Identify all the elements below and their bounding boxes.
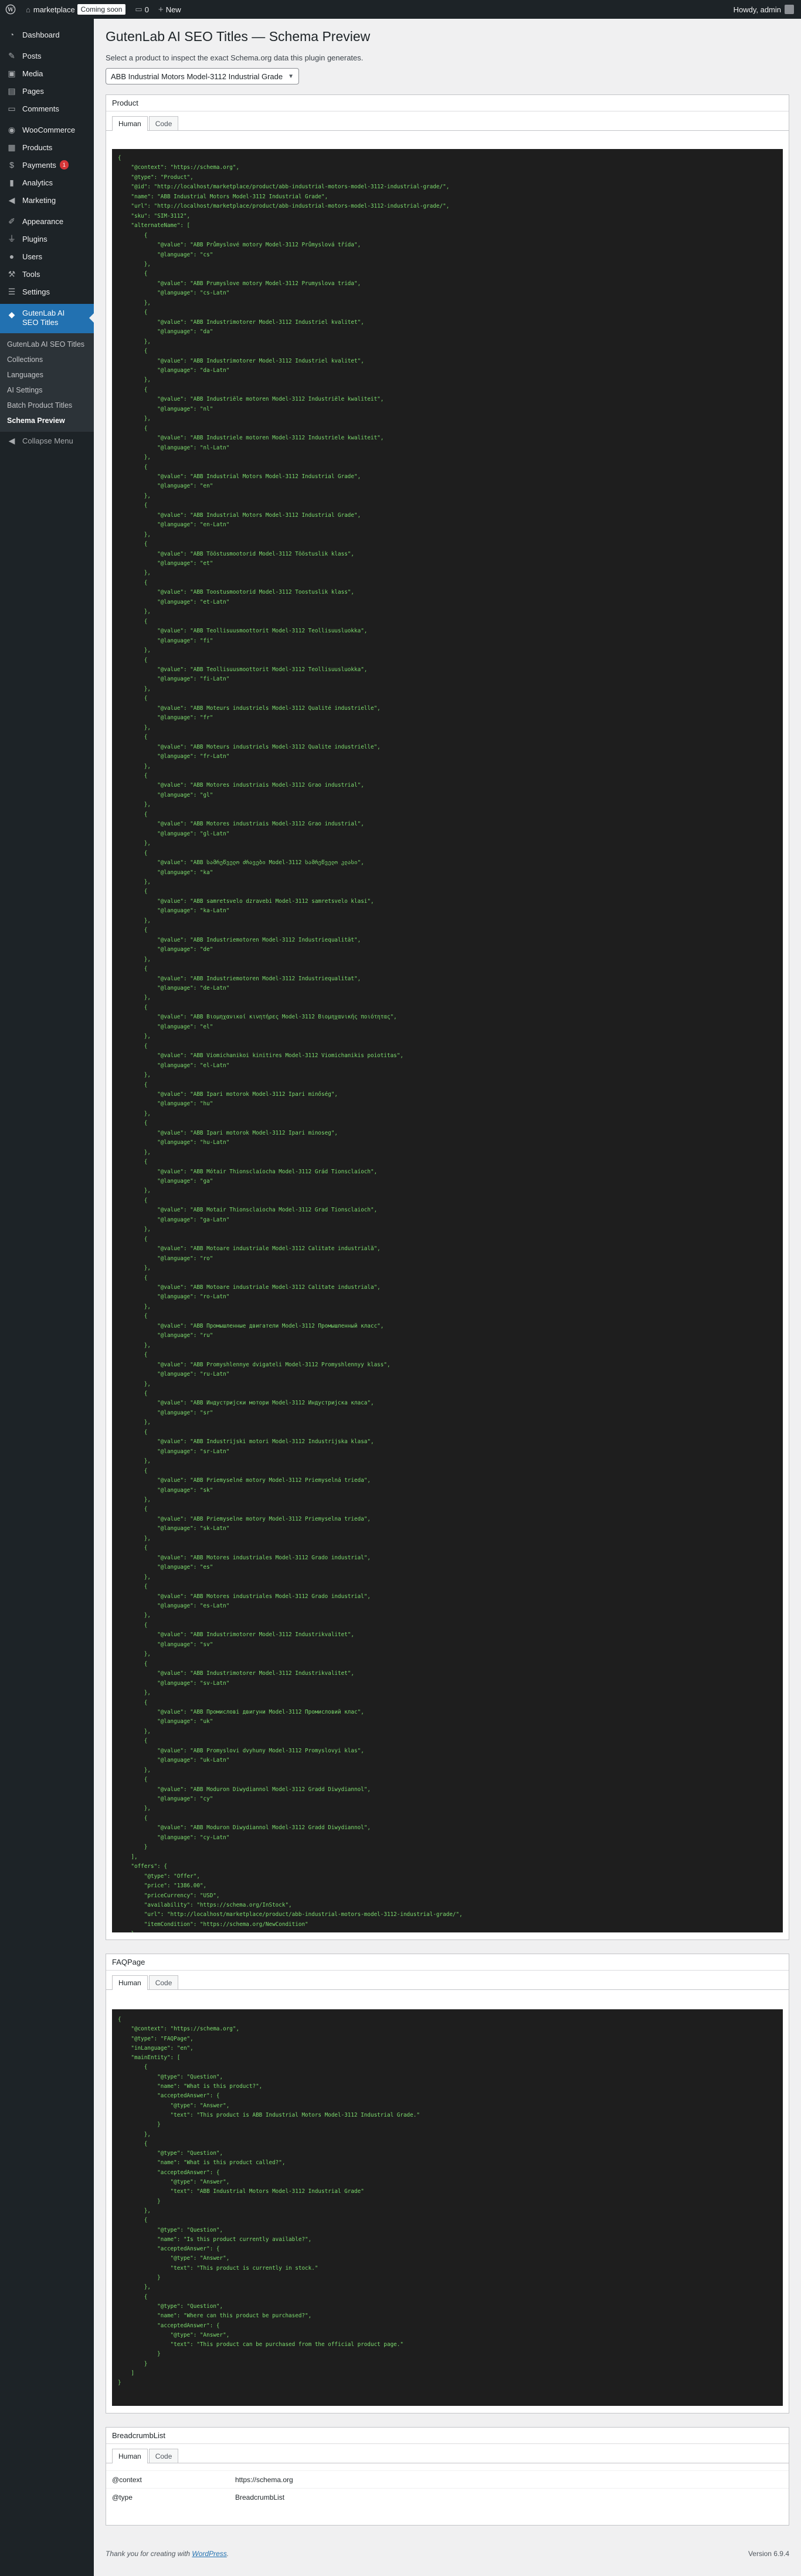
site-name-link[interactable]: ⌂ marketplace Coming soon xyxy=(21,0,130,19)
site-name: marketplace xyxy=(33,5,75,14)
tab-human[interactable]: Human xyxy=(112,1975,148,1990)
sidebar-item-posts[interactable]: ✎ Posts xyxy=(0,47,94,65)
sidebar-item-marketing[interactable]: ◀ Marketing xyxy=(0,191,94,209)
submenu-schema-preview[interactable]: Schema Preview xyxy=(0,413,94,428)
selected-product: ABB Industrial Motors Model-3112 Industr… xyxy=(111,72,283,81)
sliders-icon: ☰ xyxy=(8,286,16,296)
faq-schema-panel: FAQPage Human Code { "@context": "https:… xyxy=(106,1954,789,2413)
plugin-icon: ◆ xyxy=(8,309,15,319)
howdy-text: Howdy, admin xyxy=(733,5,781,14)
plug-icon: ⏚ xyxy=(8,234,16,243)
brush-icon: ✐ xyxy=(8,216,15,226)
tab-code[interactable]: Code xyxy=(148,2449,179,2463)
sidebar-item-users[interactable]: ● Users xyxy=(0,248,94,265)
woo-icon: ◉ xyxy=(8,124,16,134)
sidebar-item-appearance[interactable]: ✐ Appearance xyxy=(0,212,94,230)
media-icon: ▣ xyxy=(8,68,16,78)
dashboard-icon: ◔ xyxy=(9,30,15,39)
admin-bar: W ⌂ marketplace Coming soon ▭ 0 + New Ho… xyxy=(0,0,801,19)
view-tabs: Human Code xyxy=(106,2446,789,2463)
wordpress-logo-icon[interactable]: W xyxy=(0,0,21,19)
product-select[interactable]: ABB Industrial Motors Model-3112 Industr… xyxy=(106,68,299,84)
tab-code[interactable]: Code xyxy=(148,1975,179,1989)
tab-code[interactable]: Code xyxy=(148,116,179,130)
user-icon: ● xyxy=(9,252,15,261)
panel-title: Product xyxy=(106,95,789,111)
row-value: https://schema.org xyxy=(235,2475,293,2484)
megaphone-icon: ◀ xyxy=(8,195,15,205)
footer: Thank you for creating with WordPress. V… xyxy=(106,2550,789,2558)
box-icon: ▦ xyxy=(8,142,16,152)
wrench-icon: ⚒ xyxy=(8,269,16,279)
sidebar-item-settings[interactable]: ☰ Settings xyxy=(0,283,94,300)
bar-chart-icon: ▮ xyxy=(9,177,14,187)
row-key: @context xyxy=(112,2475,142,2484)
comments-link[interactable]: ▭ 0 xyxy=(130,0,154,19)
row-value: BreadcrumbList xyxy=(235,2493,285,2501)
my-account[interactable]: Howdy, admin xyxy=(734,5,801,14)
submenu-batch-product-titles[interactable]: Batch Product Titles xyxy=(0,398,94,413)
sidebar-item-dashboard[interactable]: ◔ Dashboard xyxy=(0,26,94,43)
coming-soon-badge[interactable]: Coming soon xyxy=(77,4,126,15)
admin-sidebar: ◔ Dashboard ✎ Posts ▣ Media ▤ Pages ▭ Comment… xyxy=(0,19,94,2576)
sidebar-item-comments[interactable]: ▭ Comments xyxy=(0,100,94,117)
page-icon: ▤ xyxy=(8,86,16,96)
collapse-icon: ◀ xyxy=(8,435,15,445)
avatar xyxy=(785,5,794,14)
tab-human[interactable]: Human xyxy=(112,2449,148,2463)
submenu-languages[interactable]: Languages xyxy=(0,367,94,382)
sidebar-item-products[interactable]: ▦ Products xyxy=(0,138,94,156)
plus-icon: + xyxy=(158,4,164,15)
row-key: @type xyxy=(112,2493,133,2501)
view-tabs: Human Code xyxy=(106,114,789,131)
sidebar-item-media[interactable]: ▣ Media xyxy=(0,65,94,82)
table-row: @type BreadcrumbList xyxy=(106,2488,789,2506)
version-text: Version 6.9.4 xyxy=(748,2550,789,2558)
tab-human[interactable]: Human xyxy=(112,116,148,131)
comment-icon: ▭ xyxy=(135,5,142,13)
breadcrumb-schema-panel: BreadcrumbList Human Code @context https… xyxy=(106,2427,789,2526)
footer-thanks: Thank you for creating with WordPress. xyxy=(106,2550,229,2558)
svg-text:W: W xyxy=(7,8,14,13)
comments-count: 0 xyxy=(144,5,149,14)
panel-title: FAQPage xyxy=(106,1954,789,1971)
product-schema-code: { "@context": "https://schema.org", "@ty… xyxy=(112,149,783,1932)
comment-icon: ▭ xyxy=(8,103,16,113)
table-row: @context https://schema.org xyxy=(106,2470,789,2488)
view-tabs: Human Code xyxy=(106,1973,789,1990)
page-description: Select a product to inspect the exact Sc… xyxy=(106,53,364,62)
page-title: GutenLab AI SEO Titles — Schema Preview xyxy=(106,29,371,44)
sidebar-item-analytics[interactable]: ▮ Analytics xyxy=(0,174,94,191)
submenu-gutenlab-titles[interactable]: GutenLab AI SEO Titles xyxy=(0,337,94,352)
faq-schema-code: { "@context": "https://schema.org", "@ty… xyxy=(112,2009,783,2406)
sidebar-item-plugins[interactable]: ⏚ Plugins xyxy=(0,230,94,248)
sidebar-item-tools[interactable]: ⚒ Tools xyxy=(0,265,94,283)
chevron-down-icon: ▼ xyxy=(288,73,294,80)
gutenlab-submenu: GutenLab AI SEO Titles Collections Langu… xyxy=(0,333,94,432)
collapse-menu-button[interactable]: ◀ Collapse Menu xyxy=(0,432,94,449)
main-content: GutenLab AI SEO Titles — Schema Preview … xyxy=(94,19,801,84)
submenu-ai-settings[interactable]: AI Settings xyxy=(0,382,94,398)
pin-icon: ✎ xyxy=(8,50,15,60)
home-icon: ⌂ xyxy=(26,5,30,14)
panel-title: BreadcrumbList xyxy=(106,2428,789,2444)
product-schema-panel: Product Human Code { "@context": "https:… xyxy=(106,94,789,1940)
sidebar-item-pages[interactable]: ▤ Pages xyxy=(0,82,94,100)
sidebar-item-woocommerce[interactable]: ◉ WooCommerce xyxy=(0,121,94,138)
new-label: New xyxy=(165,5,181,14)
sidebar-item-gutenlab[interactable]: ◆ GutenLab AI SEO Titles xyxy=(0,304,94,333)
new-content-link[interactable]: + New xyxy=(154,0,186,19)
sidebar-item-payments[interactable]: $ Payments 1 xyxy=(0,156,94,174)
wordpress-link[interactable]: WordPress xyxy=(192,2550,226,2558)
submenu-collections[interactable]: Collections xyxy=(0,352,94,367)
dollar-icon: $ xyxy=(9,160,14,170)
payments-badge: 1 xyxy=(59,160,69,170)
